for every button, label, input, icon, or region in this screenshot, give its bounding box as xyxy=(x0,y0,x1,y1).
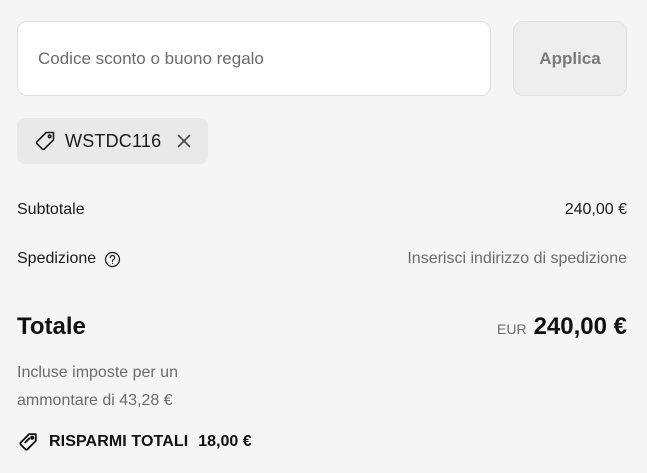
applied-discount-chip: WSTDC116 xyxy=(17,118,209,164)
savings-label: RISPARMI TOTALI xyxy=(49,433,189,450)
close-icon[interactable] xyxy=(173,130,195,152)
total-row: Totale EUR 240,00 € xyxy=(17,313,627,341)
apply-discount-button[interactable]: Applica xyxy=(513,21,627,96)
savings-amount: 18,00 € xyxy=(198,433,252,450)
tag-icon xyxy=(17,431,39,453)
question-circle-icon[interactable] xyxy=(104,251,121,268)
discount-code-row: Applica xyxy=(17,21,627,96)
tax-note: Incluse imposte per un ammontare di 43,2… xyxy=(17,364,178,409)
discount-code-input[interactable] xyxy=(17,21,491,96)
total-currency: EUR xyxy=(497,321,527,337)
shipping-label: Spedizione xyxy=(17,250,97,267)
shipping-value: Inserisci indirizzo di spedizione xyxy=(407,250,627,267)
total-label: Totale xyxy=(17,313,86,340)
subtotal-label: Subtotale xyxy=(17,201,85,218)
total-amount-group: EUR 240,00 € xyxy=(497,313,627,341)
shipping-label-group: Spedizione xyxy=(17,250,121,268)
tag-icon xyxy=(33,129,57,153)
subtotal-row: Subtotale 240,00 € xyxy=(17,201,627,219)
total-amount: 240,00 € xyxy=(533,313,627,340)
shipping-row: Spedizione Inserisci indirizzo di spediz… xyxy=(17,250,627,268)
applied-discount-code: WSTDC116 xyxy=(65,130,162,151)
subtotal-value: 240,00 € xyxy=(564,201,627,218)
total-savings: RISPARMI TOTALI 18,00 € xyxy=(17,431,252,453)
